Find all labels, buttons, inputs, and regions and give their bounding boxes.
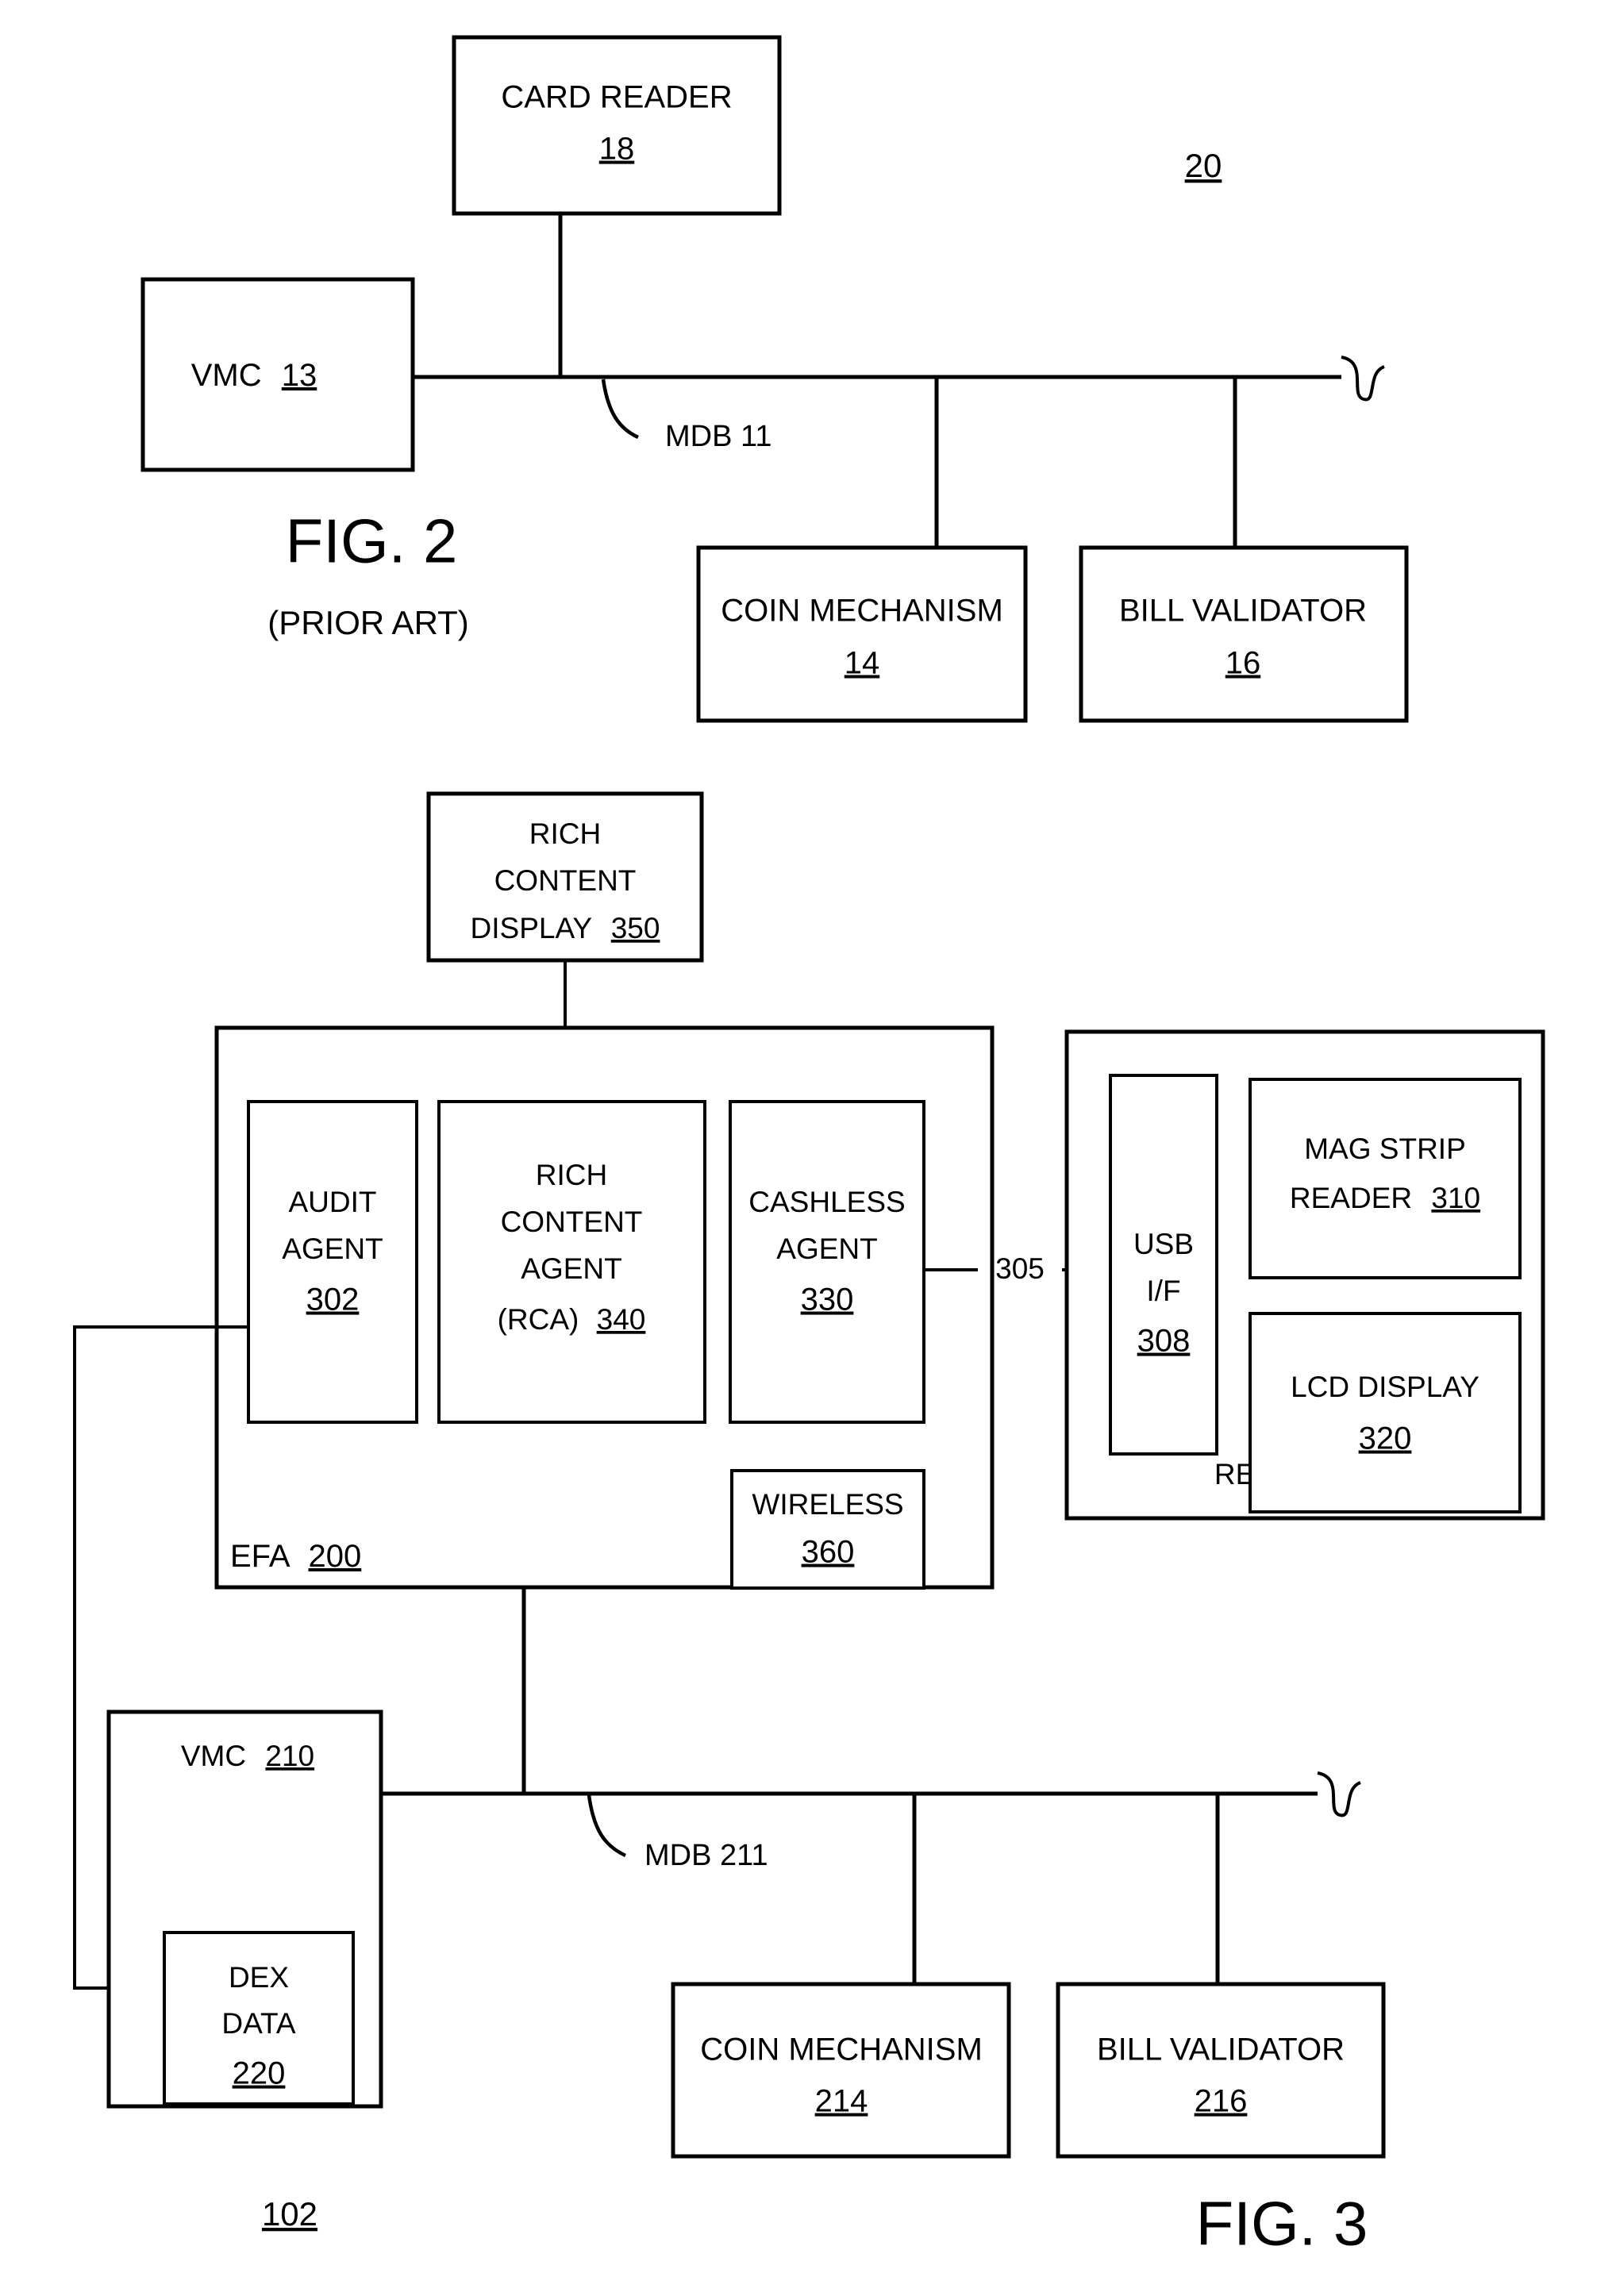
coin-mechanism-label-fig2: COIN MECHANISM xyxy=(721,594,1003,629)
audit-agent-ref: 302 xyxy=(306,1283,360,1317)
mdb-leader-fig2 xyxy=(601,379,639,440)
link-305-label: 305 xyxy=(995,1252,1045,1285)
rich-content-agent-line4: (RCA) 340 xyxy=(498,1303,646,1336)
efa-ref: 200 xyxy=(309,1539,362,1574)
mag-strip-reader-line1: MAG STRIP xyxy=(1304,1133,1466,1165)
mdb-bus-label-fig2: MDB 11 xyxy=(665,420,771,453)
efa-label-text: EFA xyxy=(230,1539,290,1574)
vmc-ref-fig3: 210 xyxy=(265,1740,314,1772)
vmc-label-fig3: VMC 210 xyxy=(181,1740,314,1772)
audit-agent-line2: AGENT xyxy=(282,1233,383,1265)
wireless-label: WIRELESS xyxy=(752,1488,903,1521)
coin-mechanism-ref-fig2: 14 xyxy=(845,646,880,681)
patent-diagram-canvas: CARD READER 18 VMC 13 MDB 11 COIN MECHAN… xyxy=(73,35,1545,2259)
system-ref-fig3: 102 xyxy=(262,2195,317,2233)
rich-content-display-ref: 350 xyxy=(611,912,660,944)
card-reader-ref-fig2: 18 xyxy=(599,132,635,167)
mag-strip-reader-box xyxy=(1249,1078,1522,1279)
rich-content-agent-line3: AGENT xyxy=(521,1252,621,1285)
dex-data-ref: 220 xyxy=(233,2056,286,2091)
rich-content-display-line3: DISPLAY 350 xyxy=(471,912,660,944)
figure-3-group: RICH CONTENT DISPLAY 350 EFA 200 AUDIT A… xyxy=(73,791,1545,2259)
vmc-ref-fig2: 13 xyxy=(282,358,317,393)
patent-figure-sheet: CARD READER 18 VMC 13 MDB 11 COIN MECHAN… xyxy=(0,0,1616,2296)
coin-mechanism-box-fig3 xyxy=(671,1982,1011,2159)
cashless-agent-ref: 330 xyxy=(801,1283,854,1317)
coin-mechanism-ref-fig3: 214 xyxy=(815,2084,868,2119)
card-reader-box-fig2 xyxy=(452,35,782,216)
bus-break-squiggle-fig2 xyxy=(1341,356,1385,402)
cashless-agent-line1: CASHLESS xyxy=(748,1186,905,1218)
mdb-bus-label-fig3: MDB 211 xyxy=(644,1839,768,1872)
rich-content-agent-line2: CONTENT xyxy=(501,1206,643,1238)
vmc-label-text-fig2: VMC xyxy=(191,358,262,393)
figure-title-fig2: FIG. 2 xyxy=(286,506,458,576)
vmc-box-fig2 xyxy=(140,277,415,472)
usb-if-line1: USB xyxy=(1133,1228,1194,1260)
card-reader-label-fig2: CARD READER xyxy=(501,80,732,115)
system-ref-fig2: 20 xyxy=(1185,147,1222,184)
wireless-ref: 360 xyxy=(802,1535,855,1570)
figure-subtitle-fig2: (PRIOR ART) xyxy=(267,604,469,641)
dex-data-line1: DEX xyxy=(229,1961,289,1994)
bill-validator-label-fig3: BILL VALIDATOR xyxy=(1097,2033,1345,2067)
coin-mechanism-box-fig2 xyxy=(696,545,1028,723)
lcd-display-label: LCD DISPLAY xyxy=(1291,1371,1479,1403)
vmc-label-text-fig3: VMC xyxy=(181,1740,246,1772)
rich-content-agent-ref: 340 xyxy=(597,1303,646,1336)
rich-content-display-line1: RICH xyxy=(529,817,601,850)
coin-mechanism-label-fig3: COIN MECHANISM xyxy=(700,2033,983,2067)
bill-validator-box-fig3 xyxy=(1056,1982,1386,2159)
usb-if-box xyxy=(1109,1074,1218,1456)
figure-2-group: CARD READER 18 VMC 13 MDB 11 COIN MECHAN… xyxy=(140,35,1409,723)
lcd-display-ref: 320 xyxy=(1359,1421,1412,1456)
dex-data-line2: DATA xyxy=(221,2007,296,2040)
rich-content-display-line2: CONTENT xyxy=(494,864,637,897)
mag-strip-reader-line2-text: READER xyxy=(1290,1182,1412,1214)
bus-break-squiggle-fig3 xyxy=(1317,1771,1361,1817)
mdb-leader-fig3 xyxy=(587,1794,626,1858)
bill-validator-label-fig2: BILL VALIDATOR xyxy=(1119,594,1367,629)
lcd-display-box xyxy=(1249,1312,1522,1513)
usb-if-ref: 308 xyxy=(1137,1324,1191,1359)
rich-content-agent-line1: RICH xyxy=(536,1159,607,1191)
vmc-label-fig2: VMC 13 xyxy=(191,358,317,393)
mag-strip-reader-ref: 310 xyxy=(1431,1182,1480,1214)
bill-validator-ref-fig3: 216 xyxy=(1195,2084,1248,2119)
bill-validator-ref-fig2: 16 xyxy=(1225,646,1261,681)
efa-label: EFA 200 xyxy=(230,1539,361,1574)
rich-content-display-line3-text: DISPLAY xyxy=(471,912,592,944)
rich-content-agent-line4-text: (RCA) xyxy=(498,1303,579,1336)
audit-agent-line1: AUDIT xyxy=(289,1186,377,1218)
usb-if-line2: I/F xyxy=(1146,1275,1180,1307)
mag-strip-reader-line2: READER 310 xyxy=(1290,1182,1480,1214)
figure-title-fig3: FIG. 3 xyxy=(1196,2189,1368,2259)
cashless-agent-line2: AGENT xyxy=(776,1233,877,1265)
bill-validator-box-fig2 xyxy=(1079,545,1409,723)
